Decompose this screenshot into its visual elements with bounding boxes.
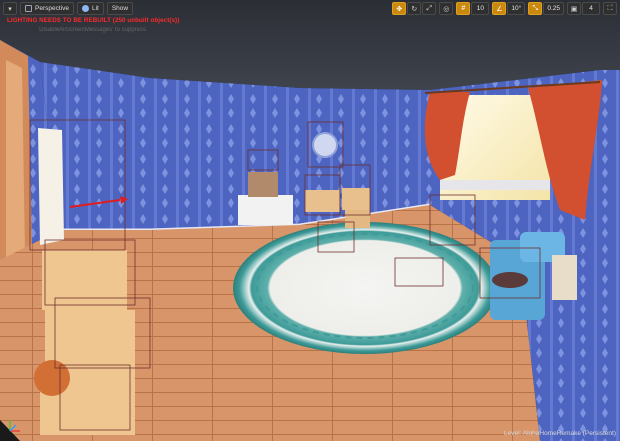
lit-label: Lit [91, 5, 99, 12]
camera-icon: ▣ [570, 5, 578, 13]
perspective-icon [25, 5, 32, 12]
dropdown-triangle-icon: ▾ [8, 5, 12, 13]
perspective-button[interactable]: Perspective [20, 2, 74, 15]
coordinate-system-button[interactable]: ◎ [439, 2, 454, 15]
level-name-label: Level: AlohaHomeRemake (Persistent) [504, 430, 616, 437]
lighting-warning: LIGHTING NEEDS TO BE REBUILT (250 unbuil… [7, 17, 180, 24]
rotate-tool-button[interactable]: ↻ [407, 2, 422, 15]
rotation-snap-value[interactable]: 10° [507, 2, 526, 15]
show-button[interactable]: Show [106, 2, 134, 15]
viewport-toolbar-right: ✥ ↻ ⤢ ◎ # 10 ∠ 10° ⤡ 0.25 ▣ 4 ⛶ [392, 2, 617, 15]
camera-speed-group: ▣ 4 [567, 2, 600, 15]
angle-icon: ∠ [496, 5, 503, 13]
show-label: Show [111, 5, 129, 12]
maximize-icon: ⛶ [607, 4, 613, 12]
rotate-icon: ↻ [411, 5, 418, 13]
level-viewport[interactable]: ▾ Perspective Lit Show ✥ ↻ ⤢ ◎ # 10 ∠ 10… [0, 0, 620, 441]
axis-gizmo-icon [9, 420, 20, 432]
grid-snap-value[interactable]: 10 [471, 2, 490, 15]
perspective-label: Perspective [35, 5, 69, 12]
scale-snap-value[interactable]: 0.25 [543, 2, 564, 15]
translate-tool-button[interactable]: ✥ [392, 2, 407, 15]
grid-snap-toggle[interactable]: # [456, 2, 471, 15]
scale-icon: ⤢ [426, 4, 433, 12]
viewport-options-button[interactable]: ▾ [3, 2, 17, 15]
globe-icon: ◎ [443, 5, 450, 13]
camera-speed-button[interactable]: ▣ [567, 2, 581, 15]
scale-snap-toggle[interactable]: ⤡ [528, 2, 543, 15]
rotation-snap-group: ∠ 10° [492, 2, 526, 15]
view-mode-lit-button[interactable]: Lit [76, 2, 104, 15]
scale-tool-button[interactable]: ⤢ [422, 2, 437, 15]
viewport-toolbar-left: ▾ Perspective Lit Show [3, 2, 134, 15]
maximize-viewport-button[interactable]: ⛶ [603, 2, 617, 15]
screen-messages-hint: 'DisableAllScreenMessages' to suppress [38, 27, 147, 33]
lit-sphere-icon [81, 5, 89, 12]
rotation-snap-toggle[interactable]: ∠ [492, 2, 507, 15]
camera-speed-value[interactable]: 4 [582, 2, 600, 15]
transform-mode-group: ✥ ↻ ⤢ [392, 2, 437, 15]
grid-snap-group: # 10 [456, 2, 490, 15]
scale-snap-icon: ⤡ [532, 4, 539, 12]
grid-icon: # [461, 5, 466, 12]
move-arrows-icon: ✥ [396, 5, 403, 13]
scale-snap-group: ⤡ 0.25 [528, 2, 564, 15]
scene-render[interactable] [0, 0, 620, 441]
